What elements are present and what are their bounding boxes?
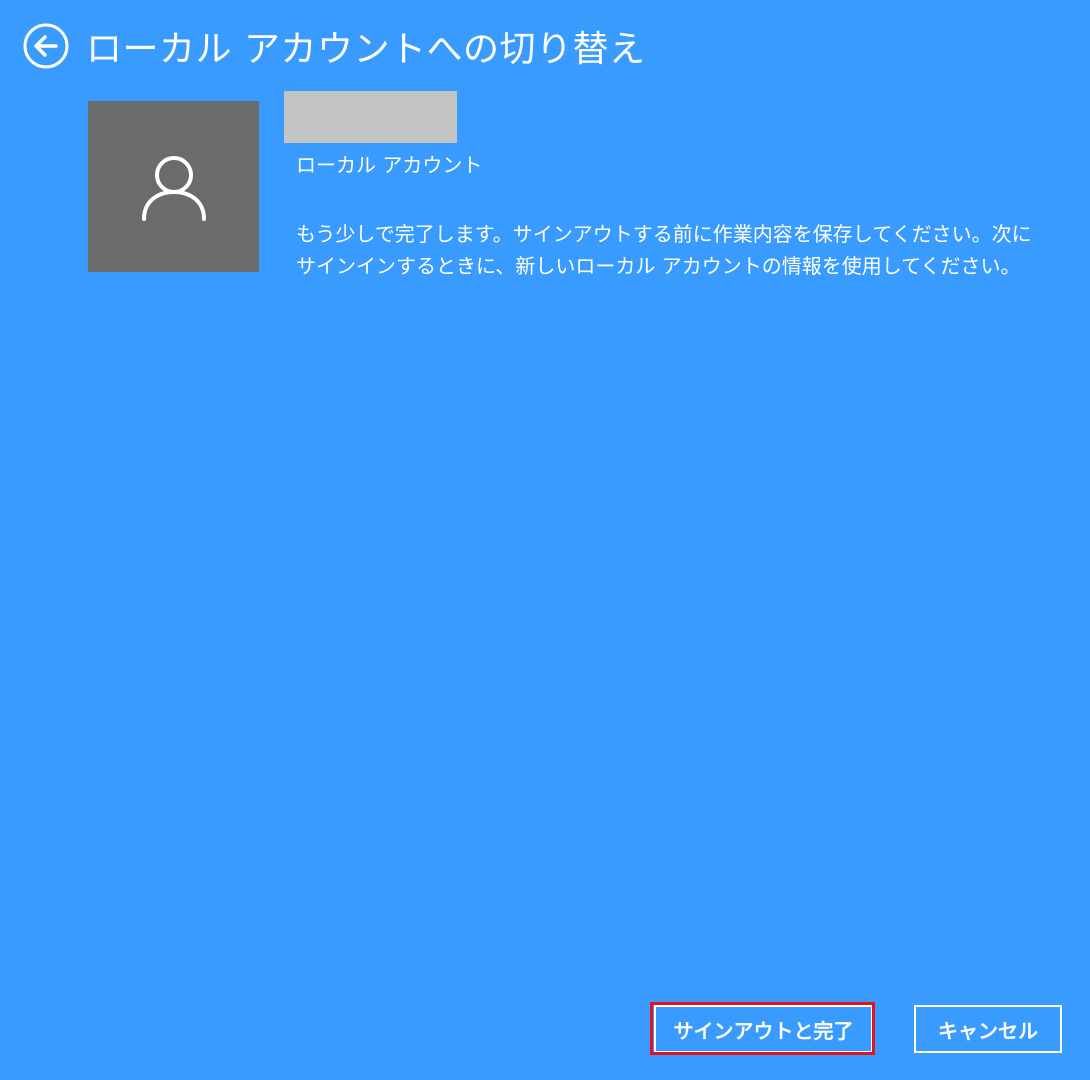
page-title: ローカル アカウントへの切り替え [86, 29, 646, 70]
cancel-button[interactable]: キャンセル [914, 1005, 1062, 1053]
back-arrow-circle-icon [23, 23, 69, 69]
account-type-label: ローカル アカウント [296, 153, 483, 177]
account-name-redacted [284, 91, 457, 143]
info-message: もう少しで完了します。サインアウトする前に作業内容を保存してください。次にサイン… [296, 222, 1032, 278]
back-button[interactable] [22, 22, 70, 70]
signout-and-finish-button[interactable]: サインアウトと完了 [654, 1005, 873, 1053]
avatar [88, 101, 259, 272]
header: ローカル アカウントへの切り替え [22, 18, 645, 74]
user-icon [141, 155, 206, 221]
